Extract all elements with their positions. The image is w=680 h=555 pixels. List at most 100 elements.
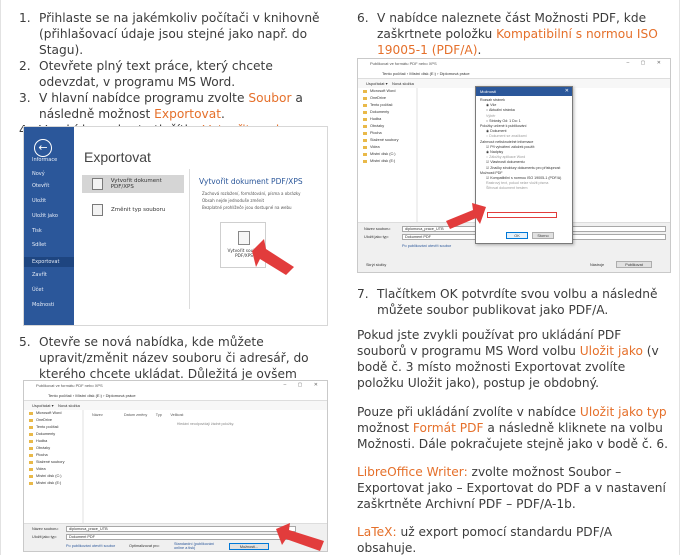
latex-paragraph: LaTeX: už export pomocí standardu PDF/A … [357, 524, 669, 555]
step-number: 1. [19, 11, 31, 25]
nav-item: Plocha [358, 130, 416, 137]
window-controls: – ▢ ✕ [626, 60, 666, 66]
file-type-select: Dokument PDF [66, 534, 296, 540]
step-item: 6. V nabídce naleznete část Možnosti PDF,… [357, 10, 675, 58]
word-backstage-sidebar: ← Informace Nový Otevřít Uložit Uložit jako T… [24, 127, 74, 325]
pdf-options-dialog: Možnosti ✕ Rozsah stránek ◉ Vše ○ Aktuální… [475, 86, 573, 244]
step-number: 3. [19, 91, 31, 105]
nav-item: Místní disk (C:) [24, 473, 82, 480]
backstage-menu-item: Účet [32, 287, 44, 293]
step-item: 2. Otevřete plný text práce, který chcete… [19, 58, 331, 90]
right-column: 6. V nabídce naleznete část Možnosti PDF,… [357, 10, 675, 58]
pdf-bullet: Zachová rozložení, formátování, písma a … [202, 191, 301, 196]
backstage-menu-item: Tisk [32, 228, 42, 234]
nav-item: Hudba [24, 438, 82, 445]
publish-button: Publikovat [616, 261, 652, 268]
pdfa-highlight [487, 212, 557, 218]
pdf-bullet: Bezplatné prohlížeče jsou dostupné na we… [202, 205, 292, 210]
empty-message: Hledání neodpovídají žádné položky. [176, 422, 235, 426]
divider [189, 169, 190, 309]
document-page: 1. Přihlaste se na jakémkoliv počítači v … [0, 0, 680, 555]
backstage-menu-item: Možnosti [32, 302, 55, 308]
nav-item: Tento počítač [358, 102, 416, 109]
ok-button: OK [506, 232, 528, 239]
backstage-menu-item: Otevřít [32, 183, 50, 189]
highlighted-text: Formát PDF [412, 421, 484, 435]
nav-item: Microsoft Word [24, 410, 82, 417]
libreoffice-paragraph: LibreOffice Writer: zvolte možnost Soubo… [357, 464, 669, 512]
text-run: . [477, 43, 482, 57]
step-text: Tlačítkem OK potvrdíte svou volbu a násl… [377, 286, 675, 318]
backstage-menu-item: Uložit [32, 198, 47, 204]
pdf-options-screenshot: Publikovat ve formátu PDF nebo XPS – ▢ ✕… [357, 58, 671, 273]
text-run: V hlavní nabídce programu zvolte [39, 91, 249, 105]
save-dialog-screenshot: Publikovat ve formátu PDF nebo XPS – ▢ ✕… [23, 380, 328, 552]
step-7: 7. Tlačítkem OK potvrdíte svou volbu a ná… [357, 286, 675, 318]
pdf-document-icon [92, 178, 103, 190]
highlighted-text: Uložit jako typ [579, 405, 667, 419]
pdf-panel-title: Vytvořit dokument PDF/XPS [199, 177, 303, 186]
nav-item: Plocha [24, 452, 82, 459]
step-number: 6. [357, 11, 369, 25]
step-number: 7. [357, 287, 369, 301]
address-bar: Tento počítač › Místní disk (E:) › Diplo… [358, 68, 670, 79]
backstage-menu-item: Zavřít [32, 272, 47, 278]
dialog-title: Možnosti [476, 87, 572, 96]
nav-item: Místní disk (C:) [358, 151, 416, 158]
pointer-arrow-icon [446, 203, 486, 229]
nav-item: Microsoft Word [358, 88, 416, 95]
nav-item: Videa [24, 466, 82, 473]
toolbar: Uspořádat ▾ Nová složka [24, 401, 327, 410]
change-file-type-option: Změnit typ souboru [82, 201, 184, 219]
nav-item: Hudba [358, 116, 416, 123]
text-run: možnost [357, 421, 413, 435]
nav-item: Dokumenty [24, 431, 82, 438]
step-item: 1. Přihlaste se na jakémkoliv počítači v … [19, 10, 331, 58]
back-arrow-icon: ← [34, 139, 52, 157]
nav-item: Místní disk (E:) [358, 158, 416, 165]
nav-item: Místní disk (E:) [24, 480, 82, 487]
options-button: Možnosti... [229, 543, 269, 550]
backstage-menu-item: Informace [32, 157, 58, 163]
pdf-icon [238, 231, 250, 245]
file-type-icon [92, 204, 103, 216]
backstage-menu-item: Uložit jako [32, 213, 58, 219]
navigation-pane: Microsoft Word OneDrive Tento počítač Dokum… [24, 410, 82, 523]
pointer-arrow-icon [252, 239, 294, 275]
step-item: 7. Tlačítkem OK potvrdíte svou volbu a ná… [357, 286, 675, 318]
step-text: V nabídce naleznete část Možnosti PDF, k… [377, 10, 675, 58]
cancel-button: Storno [532, 232, 554, 239]
filename-field: diplomova_prace_UTB [66, 526, 296, 532]
highlighted-text: Soubor [248, 91, 292, 105]
highlighted-text: LibreOffice Writer: [357, 465, 468, 479]
dialog-titlebar: Publikovat ve formátu PDF nebo XPS [358, 59, 670, 68]
text-run: . [220, 107, 225, 121]
nav-item: Dokumenty [358, 109, 416, 116]
option-line: Šifrovat dokument heslem [486, 186, 528, 191]
create-pdf-option: Vytvořit dokument PDF/XPS [82, 175, 184, 193]
nav-item: Stažené soubory [358, 137, 416, 144]
file-list: Název Datum změny Typ Velikost Hledání n… [84, 410, 327, 523]
step-text: Přihlaste se na jakémkoliv počítači v kn… [39, 10, 331, 58]
nav-item: Obrázky [24, 445, 82, 452]
window-controls: – ▢ ✕ [283, 382, 323, 388]
save-as-paragraph: Pokud jste zvykli používat pro ukládání … [357, 327, 669, 391]
close-icon: ✕ [564, 88, 569, 94]
backstage-menu-item: Nový [32, 171, 45, 177]
word-export-screenshot: ← Informace Nový Otevřít Uložit Uložit jako T… [23, 126, 328, 326]
export-title: Exportovat [84, 149, 151, 165]
backstage-menu-item: Exportovat [24, 257, 74, 267]
address-bar: Tento počítač › Místní disk (E:) › Diplo… [24, 390, 327, 401]
step-item: 3. V hlavní nabídce programu zvolte Soubo… [19, 90, 331, 122]
navigation-pane: Microsoft Word OneDrive Tento počítač Dokum… [358, 88, 416, 222]
text-run: Přihlaste se na jakémkoliv počítači v kn… [39, 11, 320, 57]
step-text: Otevřete plný text práce, který chcete o… [39, 58, 331, 90]
pdf-bullet: Obsah nejde jednoduše změnit [202, 198, 265, 203]
highlighted-text: LaTeX: [357, 525, 397, 539]
save-as-type-paragraph: Pouze při ukládání zvolíte v nabídce Ulo… [357, 404, 669, 452]
nav-item: Obrázky [358, 123, 416, 130]
highlighted-text: Uložit jako [579, 344, 643, 358]
nav-item: OneDrive [358, 95, 416, 102]
text-run: Tlačítkem OK potvrdíte svou volbu a násl… [377, 287, 658, 317]
backstage-menu-item: Sdílet [32, 242, 47, 248]
